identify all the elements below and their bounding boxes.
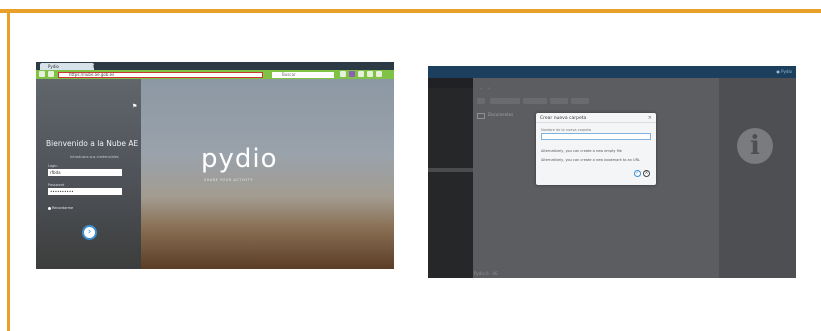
toolbar-menu-button[interactable] [477, 98, 485, 104]
username-field[interactable]: rfbda [48, 169, 122, 176]
forward-icon[interactable] [48, 71, 54, 77]
back-icon[interactable] [39, 71, 45, 77]
welcome-heading: Bienvenido a la Nube AE [46, 139, 139, 148]
browser-tab[interactable]: Pydio × [40, 63, 96, 70]
frame-border-top [0, 9, 821, 13]
topbar-user[interactable]: ● Pydio [776, 69, 792, 74]
login-panel: ⚑ Bienvenido a la Nube AE Introduzca sus… [36, 79, 141, 269]
sidebar-item[interactable] [428, 168, 473, 172]
toolbar-button[interactable] [550, 98, 568, 104]
create-bookmark-hint[interactable]: Alternatively, you can create a new book… [541, 158, 640, 162]
remember-me-label: Recordarme [52, 206, 74, 210]
pydio-logo: pydio [201, 144, 278, 174]
password-label: Password [48, 183, 65, 187]
dialog-ok-button[interactable]: ✓ [634, 170, 641, 177]
pydio-tagline: SHARE YOUR ACTIVITY [204, 178, 253, 182]
hero-background [141, 79, 394, 269]
dialog-title: Crear nueva carpeta [540, 115, 587, 121]
document-frame: Pydio × https://nube.ae.gob.es Buscar ⚑ … [0, 0, 821, 331]
login-screenshot: Pydio × https://nube.ae.gob.es Buscar ⚑ … [36, 62, 394, 269]
browser-search-input[interactable]: Buscar [272, 71, 334, 78]
dialog-close-icon[interactable]: × [648, 115, 652, 121]
browser-tab-title: Pydio [48, 64, 59, 69]
menu-icon[interactable] [376, 71, 382, 77]
folder-name-input[interactable] [541, 133, 651, 140]
create-file-hint[interactable]: Alternatively, you can create a new empt… [541, 149, 622, 153]
extension-icon[interactable] [349, 71, 355, 77]
password-field[interactable]: •••••••••• [48, 188, 122, 195]
toolbar-button[interactable] [490, 98, 520, 104]
remember-radio-icon [48, 206, 51, 210]
folder-name[interactable]: Documentos [488, 112, 513, 117]
remember-me-checkbox[interactable]: Recordarme [48, 206, 73, 210]
download-icon[interactable] [358, 71, 364, 77]
browser-search-placeholder: Buscar [282, 71, 296, 77]
nav-forward-icon[interactable]: › [488, 86, 490, 92]
new-folder-dialog: Crear nueva carpeta × Nombre de la nueva… [536, 113, 656, 185]
url-text: https://nube.ae.gob.es [69, 71, 115, 77]
username-label: Login [48, 164, 58, 168]
browser-toolbar: https://nube.ae.gob.es Buscar [36, 70, 394, 79]
home-icon[interactable] [367, 71, 373, 77]
login-submit-button[interactable]: › [82, 225, 97, 240]
info-panel [719, 78, 796, 278]
toolbar-button[interactable] [571, 98, 589, 104]
workspace-topbar: ● Pydio [428, 66, 796, 78]
folder-name-label: Nombre de la nueva carpeta [541, 128, 592, 132]
dialog-cancel-button[interactable]: × [643, 170, 650, 177]
nav-back-icon[interactable]: ‹ [480, 86, 482, 92]
dialog-header: Crear nueva carpeta × [536, 113, 656, 123]
workspace-sidebar [428, 78, 473, 278]
workspace-screenshot: ● Pydio ‹ › Documentos i Pydio 6 · AE Cr… [428, 66, 796, 278]
sidebar-header [428, 78, 473, 88]
frame-border-left [7, 9, 10, 331]
url-bar[interactable]: https://nube.ae.gob.es [58, 71, 263, 78]
browser-tab-strip: Pydio × [36, 62, 394, 70]
toolbar-button[interactable] [523, 98, 547, 104]
bookmark-icon[interactable] [340, 71, 346, 77]
login-subtitle: Introduzca sus credenciales [70, 155, 119, 159]
folder-icon[interactable] [477, 113, 485, 119]
info-icon: i [737, 128, 773, 164]
footer-text: Pydio 6 · AE [474, 271, 498, 276]
language-flag-icon[interactable]: ⚑ [132, 103, 137, 110]
